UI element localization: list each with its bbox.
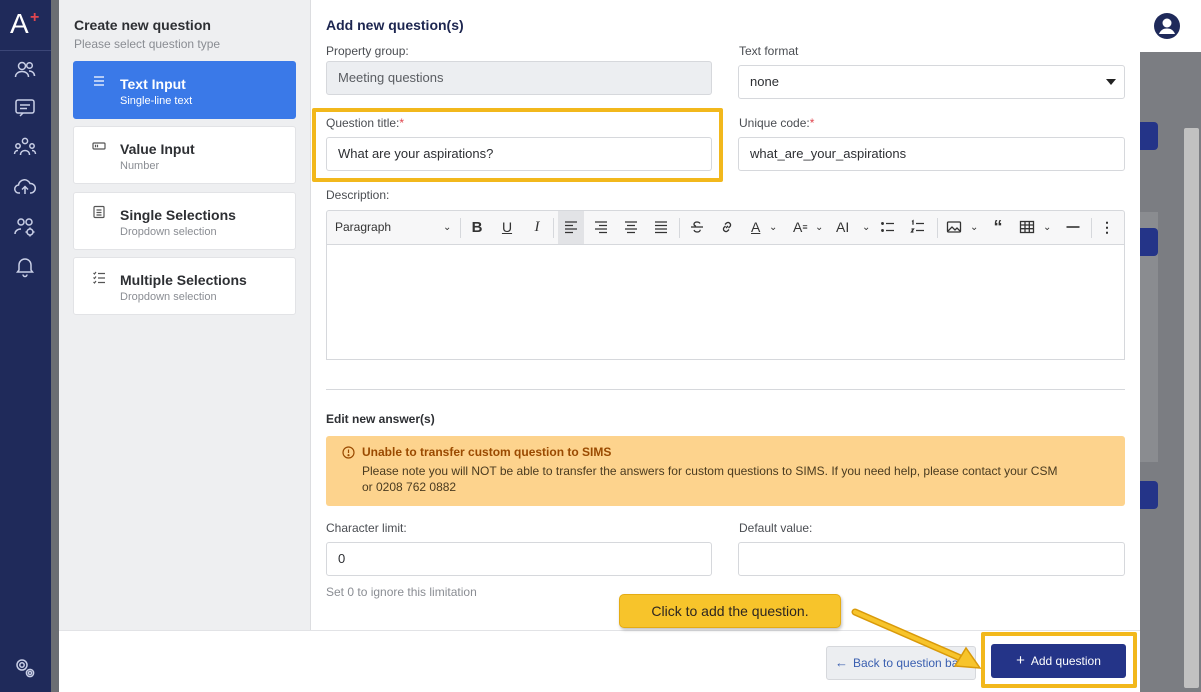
description-editor[interactable]	[326, 245, 1125, 360]
align-right-icon[interactable]	[588, 211, 614, 244]
question-type-title: Single Selections	[120, 207, 236, 223]
messages-icon[interactable]	[13, 96, 37, 120]
group-settings-icon[interactable]	[13, 215, 37, 239]
question-type-multiple-selections[interactable]: Multiple Selections Dropdown selection	[73, 257, 296, 315]
insert-image-icon[interactable]: ⌄	[942, 211, 982, 244]
align-left-icon[interactable]	[558, 211, 584, 244]
horizontal-line-icon[interactable]	[1060, 211, 1086, 244]
question-type-panel: Create new question Please select questi…	[59, 0, 311, 630]
checklist-icon	[92, 270, 106, 284]
toolbar-separator	[553, 218, 554, 238]
caret-down-icon	[1106, 79, 1116, 85]
arrow-left-icon: ←	[835, 655, 848, 670]
app-logo[interactable]: A +	[10, 8, 42, 40]
font-size-icon[interactable]: A≡ ⌄	[787, 211, 829, 244]
question-type-title: Text Input	[120, 76, 186, 92]
strikethrough-icon[interactable]	[684, 211, 710, 244]
default-value-label: Default value:	[739, 521, 813, 535]
page-scrollbar[interactable]	[1184, 128, 1199, 688]
list-icon	[92, 205, 106, 219]
character-limit-input[interactable]: 0	[326, 542, 712, 576]
toolbar-separator	[679, 218, 680, 238]
description-label: Description:	[326, 188, 390, 202]
groups-icon[interactable]	[13, 135, 37, 159]
info-circle-icon	[342, 446, 355, 459]
property-group-field: Meeting questions	[326, 61, 712, 95]
question-type-subtitle: Dropdown selection	[120, 226, 217, 238]
add-button-highlight	[981, 632, 1137, 688]
question-type-subtitle: Single-line text	[120, 95, 193, 107]
users-icon[interactable]	[13, 58, 37, 82]
sidebar-divider	[0, 50, 51, 51]
insert-table-icon[interactable]: ⌄	[1015, 211, 1055, 244]
modal-footer	[59, 630, 1140, 692]
toolbar-separator	[460, 218, 461, 238]
italic-icon[interactable]: I	[525, 211, 549, 244]
create-question-modal: Create new question Please select questi…	[59, 0, 1140, 692]
unique-code-label: Unique code:*	[739, 116, 815, 130]
property-group-label: Property group:	[326, 44, 409, 58]
text-format-label: Text format	[739, 44, 799, 58]
bulleted-list-icon[interactable]	[875, 211, 901, 244]
blockquote-icon[interactable]: “	[986, 211, 1010, 244]
paragraph-style-dropdown[interactable]: Paragraph ⌄	[335, 211, 455, 244]
font-color-icon[interactable]: A ⌄	[745, 211, 783, 244]
question-title-highlight	[312, 108, 723, 182]
character-limit-label: Character limit:	[326, 521, 407, 535]
background-button	[1140, 481, 1158, 509]
user-avatar-icon[interactable]	[1153, 12, 1181, 40]
panel-title: Create new question	[74, 17, 211, 33]
back-to-question-bank-button[interactable]: ← Back to question bank	[826, 646, 976, 680]
character-limit-hint: Set 0 to ignore this limitation	[326, 585, 477, 599]
question-type-subtitle: Number	[120, 160, 160, 172]
align-center-icon[interactable]	[618, 211, 644, 244]
unique-code-input[interactable]: what_are_your_aspirations	[738, 137, 1125, 171]
toolbar-separator	[1091, 218, 1092, 238]
bell-icon[interactable]	[13, 254, 37, 278]
toolbar-separator	[937, 218, 938, 238]
sims-warning-banner: Unable to transfer custom question to SI…	[326, 436, 1125, 506]
question-type-title: Value Input	[120, 141, 195, 157]
font-family-icon[interactable]: AI ⌄	[832, 211, 874, 244]
question-type-title: Multiple Selections	[120, 272, 247, 288]
question-type-text-input[interactable]: Text Input Single-line text	[73, 61, 296, 119]
app-sidebar: A +	[0, 0, 51, 692]
upload-cloud-icon[interactable]	[13, 175, 37, 199]
answers-heading: Edit new answer(s)	[326, 412, 435, 426]
warning-message: Please note you will NOT be able to tran…	[362, 464, 1058, 494]
panel-subtitle: Please select question type	[74, 37, 221, 51]
text-lines-icon	[92, 74, 106, 88]
warning-title: Unable to transfer custom question to SI…	[362, 445, 612, 459]
form-heading: Add new question(s)	[326, 17, 464, 33]
tutorial-callout: Click to add the question.	[619, 594, 841, 628]
text-format-value: none	[750, 74, 779, 89]
editor-toolbar: Paragraph ⌄ B U I A ⌄ A≡ ⌄ AI ⌄ ⌄ “ ⌄ ⋮	[326, 210, 1125, 245]
section-divider	[326, 389, 1125, 390]
settings-icon[interactable]	[13, 656, 37, 680]
text-format-select[interactable]: none	[738, 65, 1125, 99]
underline-icon[interactable]: U	[495, 211, 519, 244]
question-type-subtitle: Dropdown selection	[120, 291, 217, 303]
numbered-list-icon[interactable]	[905, 211, 931, 244]
default-value-input[interactable]	[738, 542, 1125, 576]
link-icon[interactable]	[714, 211, 740, 244]
question-type-value-input[interactable]: Value Input Number	[73, 126, 296, 184]
align-justify-icon[interactable]	[648, 211, 674, 244]
question-type-single-selections[interactable]: Single Selections Dropdown selection	[73, 192, 296, 250]
more-options-icon[interactable]: ⋮	[1097, 211, 1117, 244]
bold-icon[interactable]: B	[465, 211, 489, 244]
background-button	[1140, 228, 1158, 256]
input-field-icon	[92, 139, 106, 153]
back-button-label: Back to question bank	[853, 656, 972, 670]
background-button	[1140, 122, 1158, 150]
